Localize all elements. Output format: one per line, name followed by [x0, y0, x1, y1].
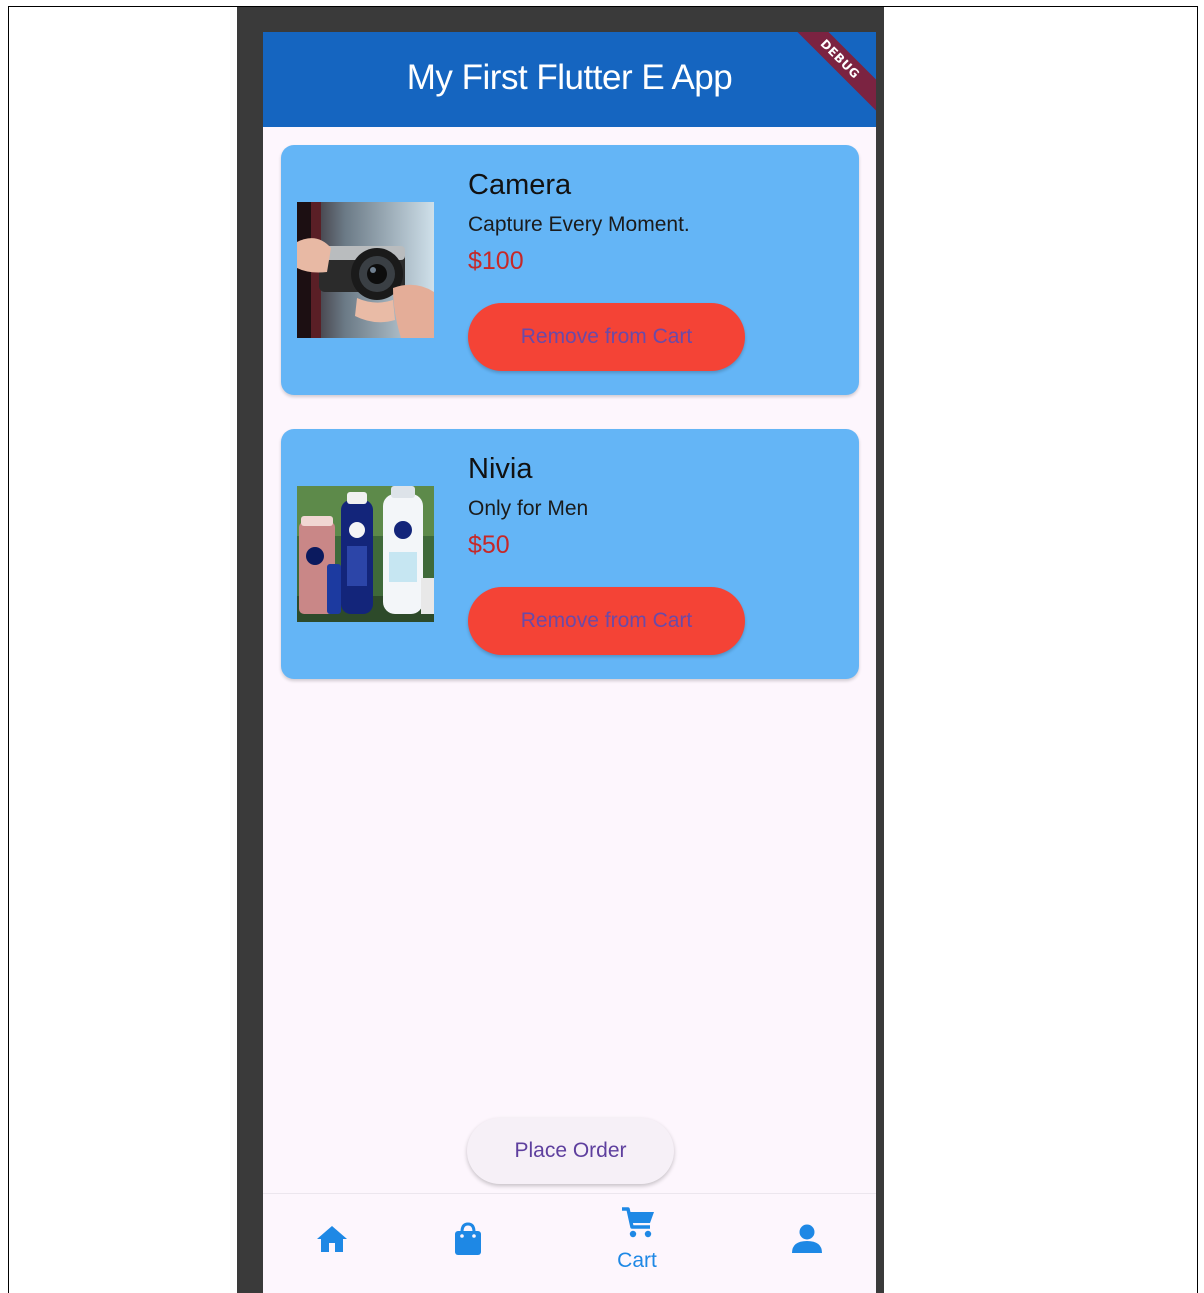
product-price: $100 [468, 247, 524, 275]
nav-home-button[interactable] [315, 1224, 349, 1259]
remove-from-cart-button[interactable]: Remove from Cart [468, 303, 745, 371]
app-bar: My First Flutter E App DEBUG [263, 32, 876, 127]
camera-product-image [297, 202, 434, 338]
debug-banner-label: DEBUG [817, 36, 863, 82]
app-screen: My First Flutter E App DEBUG Camera Capt… [263, 32, 876, 1293]
product-name: Nivia [468, 453, 533, 485]
nav-cart-label[interactable]: Cart [602, 1249, 672, 1273]
nivea-product-image [297, 486, 434, 622]
nav-profile-button[interactable] [791, 1224, 823, 1259]
product-description: Only for Men [468, 497, 589, 520]
app-title: My First Flutter E App [406, 57, 733, 97]
remove-from-cart-button[interactable]: Remove from Cart [468, 587, 745, 655]
nav-shop-button[interactable] [453, 1222, 483, 1261]
place-order-button[interactable]: Place Order [467, 1118, 674, 1184]
nav-cart-button[interactable] [618, 1206, 658, 1245]
product-description: Capture Every Moment. [468, 213, 690, 236]
cart-item-card: Nivia Only for Men $50 Remove from Cart [281, 429, 859, 679]
bottom-navigation-bar: Cart [263, 1193, 876, 1293]
product-name: Camera [468, 169, 572, 201]
shopping-cart-icon [620, 1207, 656, 1244]
cart-item-card: Camera Capture Every Moment. $100 Remove… [281, 145, 859, 395]
shopping-bag-icon [453, 1222, 483, 1260]
product-price: $50 [468, 531, 510, 559]
home-icon [315, 1226, 349, 1258]
person-icon [791, 1224, 823, 1258]
debug-banner: DEBUG [782, 32, 876, 117]
